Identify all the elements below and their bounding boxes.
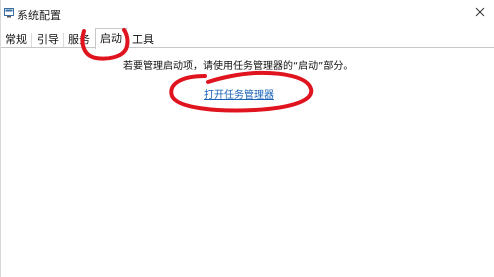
tab-boot[interactable]: 引导 (37, 31, 59, 48)
tab-strip: 常规 引导 服务 启动 工具 (1, 28, 494, 49)
window-title: 系统配置 (17, 9, 61, 22)
close-icon (475, 7, 485, 20)
startup-panel: 若要管理启动项，请使用任务管理器的“启动”部分。 打开任务管理器 (1, 47, 494, 277)
tab-separator (31, 33, 32, 47)
tab-services[interactable]: 服务 (68, 31, 90, 48)
startup-message: 若要管理启动项，请使用任务管理器的“启动”部分。 (123, 61, 354, 72)
tab-general[interactable]: 常规 (5, 31, 27, 48)
open-task-manager-link[interactable]: 打开任务管理器 (204, 86, 274, 101)
tab-tools[interactable]: 工具 (132, 31, 154, 48)
title-bar: 系统配置 (1, 0, 494, 28)
tab-startup[interactable]: 启动 (95, 28, 127, 49)
system-config-icon (4, 8, 14, 18)
tab-separator (63, 33, 64, 47)
system-config-window: 系统配置 常规 引导 服务 启动 工具 若要管理启动项，请使用任务管理器的“启动… (0, 0, 494, 277)
close-button[interactable] (471, 4, 489, 22)
